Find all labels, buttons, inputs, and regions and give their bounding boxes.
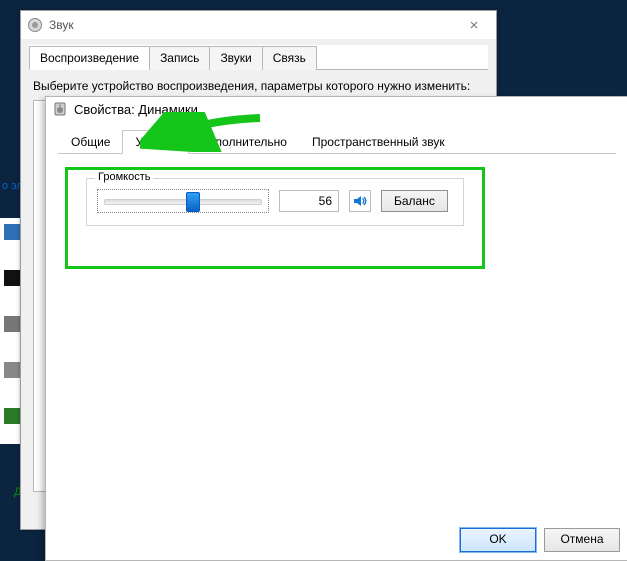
slider-track [104,199,262,205]
properties-window-title: Свойства: Динамики [74,102,622,117]
volume-slider[interactable] [97,189,269,213]
tab-comm[interactable]: Связь [262,46,317,70]
close-icon[interactable]: × [458,17,490,34]
speaker-properties-window: Свойства: Динамики Общие Уровни Дополнит… [45,96,627,561]
tab-sounds[interactable]: Звуки [209,46,262,70]
volume-group-legend: Громкость [95,171,153,183]
tutorial-highlight-box: Громкость 56 Баланс [65,167,485,269]
properties-titlebar[interactable]: Свойства: Динамики [46,97,627,121]
tab-spatial[interactable]: Пространственный звук [299,130,458,154]
sound-titlebar[interactable]: Звук × [21,11,496,39]
tab-general[interactable]: Общие [58,130,123,154]
speaker-device-icon [27,17,43,33]
dock-square-icon [4,224,20,240]
dock-square-icon [4,408,20,424]
dock-square-icon [4,362,20,378]
cancel-button[interactable]: Отмена [544,528,620,552]
sound-window-title: Звук [49,18,458,32]
balance-button[interactable]: Баланс [381,190,448,212]
sound-tabs: Воспроизведение Запись Звуки Связь [29,45,488,70]
slider-thumb[interactable] [186,192,200,212]
volume-group: Громкость 56 Баланс [86,178,464,226]
speaker-prop-icon [52,101,68,117]
properties-tabs: Общие Уровни Дополнительно Пространствен… [58,129,616,154]
volume-value[interactable]: 56 [279,190,339,212]
playback-instruction: Выберите устройство воспроизведения, пар… [33,78,484,94]
tab-levels[interactable]: Уровни [122,130,188,154]
mute-button[interactable] [349,190,371,212]
volume-icon [352,193,368,209]
dock-square-icon [4,316,20,332]
tab-recording[interactable]: Запись [149,46,210,70]
tab-advanced[interactable]: Дополнительно [188,130,300,154]
tab-playback[interactable]: Воспроизведение [29,46,150,70]
dock-square-icon [4,270,20,286]
dialog-button-bar: OK Отмена [460,528,620,552]
ok-button[interactable]: OK [460,528,536,552]
levels-pane: Громкость 56 Баланс [58,154,616,270]
